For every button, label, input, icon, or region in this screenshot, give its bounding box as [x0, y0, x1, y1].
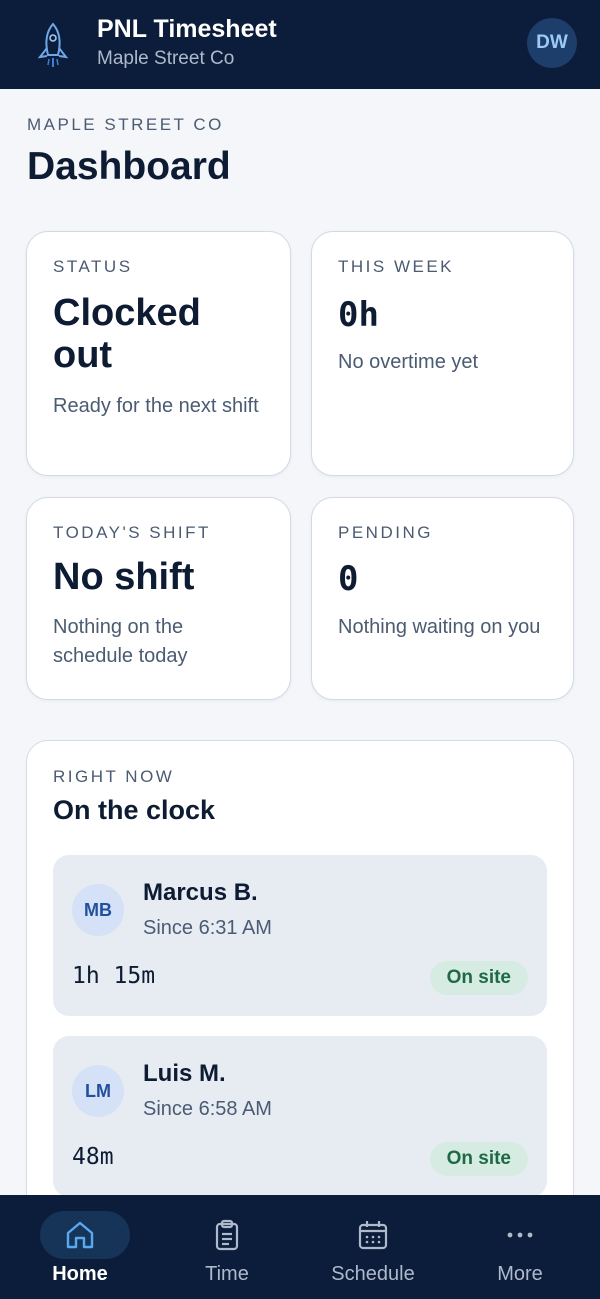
worker-since: Since 6:58 AM — [143, 1098, 272, 1120]
rocket-logo-icon — [37, 22, 69, 67]
this-week-value: 0h — [338, 295, 379, 335]
pending-card: PENDING 0 Nothing waiting on you — [311, 497, 574, 700]
nav-label-time: Time — [205, 1263, 249, 1285]
worker-duration: 1h 15m — [72, 963, 156, 989]
company-eyebrow: MAPLE STREET CO — [27, 115, 224, 134]
todays-shift-card: TODAY'S SHIFT No shift Nothing on the sc… — [26, 497, 291, 700]
clipboard-icon — [215, 1219, 239, 1251]
todays-shift-desc: Nothing on the schedule today — [53, 616, 188, 667]
page-title: Dashboard — [27, 145, 231, 188]
nav-label-schedule: Schedule — [331, 1263, 415, 1285]
nav-item-home[interactable]: Home — [5, 1195, 155, 1299]
worker-name: Luis M. — [143, 1060, 226, 1087]
nav-item-schedule[interactable]: Schedule — [298, 1195, 448, 1299]
main-content: MAPLE STREET CO Dashboard STATUS Clocked… — [0, 89, 600, 1195]
this-week-label: THIS WEEK — [338, 257, 455, 276]
todays-shift-value: No shift — [53, 556, 195, 598]
this-week-card: THIS WEEK 0h No overtime yet — [311, 231, 574, 476]
status-desc: Ready for the next shift — [53, 395, 259, 417]
pending-desc: Nothing waiting on you — [338, 616, 541, 638]
on-the-clock-title: On the clock — [53, 795, 216, 825]
worker-row[interactable]: MB Marcus B. Since 6:31 AM 1h 15m On sit… — [53, 855, 547, 1016]
nav-item-time[interactable]: Time — [152, 1195, 302, 1299]
nav-item-more[interactable]: More — [445, 1195, 595, 1299]
worker-duration: 48m — [72, 1144, 114, 1170]
pending-value: 0 — [338, 559, 359, 599]
bottom-nav: Home Time Schedule More — [0, 1195, 600, 1299]
worker-avatar: LM — [72, 1065, 124, 1117]
worker-row[interactable]: LM Luis M. Since 6:58 AM 48m On site — [53, 1036, 547, 1195]
pending-label: PENDING — [338, 523, 433, 542]
user-avatar[interactable]: DW — [527, 18, 577, 68]
calendar-icon — [358, 1221, 388, 1250]
nav-label-home: Home — [52, 1263, 108, 1285]
todays-shift-label: TODAY'S SHIFT — [53, 523, 211, 542]
worker-name: Marcus B. — [143, 879, 258, 906]
right-now-eyebrow: RIGHT NOW — [53, 767, 175, 786]
worker-avatar: MB — [72, 884, 124, 936]
on-site-badge: On site — [429, 1142, 528, 1176]
this-week-desc: No overtime yet — [338, 351, 479, 373]
on-site-badge: On site — [429, 961, 528, 995]
on-the-clock-card: RIGHT NOW On the clock MB Marcus B. Sinc… — [26, 740, 574, 1195]
worker-since: Since 6:31 AM — [143, 917, 272, 939]
more-icon — [507, 1232, 533, 1238]
status-value: Clocked out — [53, 292, 201, 376]
status-card: STATUS Clocked out Ready for the next sh… — [26, 231, 291, 476]
app-title: PNL Timesheet — [97, 15, 277, 43]
nav-label-more: More — [497, 1263, 543, 1285]
app-header: PNL Timesheet Maple Street Co DW — [0, 0, 600, 89]
status-label: STATUS — [53, 257, 133, 276]
home-icon — [66, 1221, 94, 1249]
company-name: Maple Street Co — [97, 48, 235, 69]
